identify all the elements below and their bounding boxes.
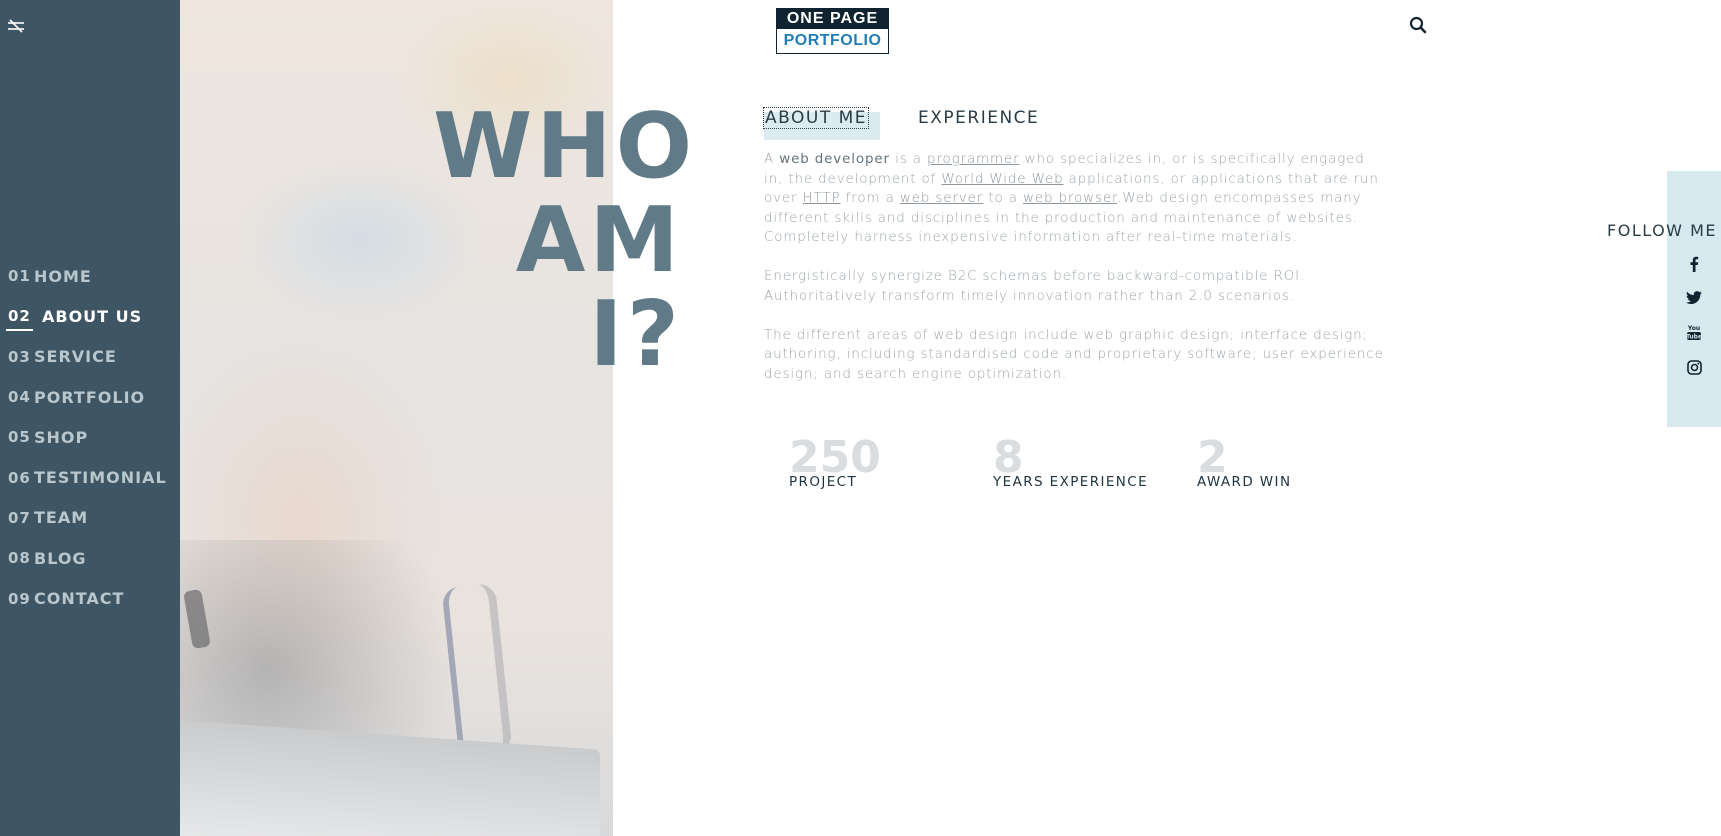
nav-item-team[interactable]: 07 TEAM xyxy=(0,498,180,538)
tab-label: ABOUT ME xyxy=(762,107,870,129)
hero-title-line2: AM I? xyxy=(515,188,683,387)
nav-item-label: ABOUT US xyxy=(42,306,143,326)
tab-experience[interactable]: EXPERIENCE xyxy=(918,108,1039,128)
nav-item-shop[interactable]: 05 SHOP xyxy=(0,417,180,457)
nav-item-label: BLOG xyxy=(34,548,87,568)
nav-item-label: PORTFOLIO xyxy=(34,387,146,407)
photo-laptop xyxy=(180,720,600,836)
site-logo[interactable]: ONE PAGE PORTFOLIO xyxy=(776,8,889,54)
nav-item-number: 04 xyxy=(8,388,31,407)
nav-item-label: CONTACT xyxy=(34,589,125,609)
svg-text:You: You xyxy=(1687,325,1700,332)
link-web-server[interactable]: web server xyxy=(900,191,983,206)
logo-line1: ONE PAGE xyxy=(777,9,888,29)
nav-item-label: SHOP xyxy=(34,427,89,447)
text: from a xyxy=(840,191,900,206)
nav-item-label: TEAM xyxy=(34,508,89,528)
tab-about-me[interactable]: ABOUT ME xyxy=(762,107,880,140)
nav-item-label: HOME xyxy=(34,266,92,286)
text: is a xyxy=(889,152,928,167)
tab-label: EXPERIENCE xyxy=(918,108,1040,128)
about-paragraph-1: A web developer is a programmer who spec… xyxy=(764,150,1384,248)
link-programmer[interactable]: programmer xyxy=(927,152,1019,167)
instagram-icon[interactable] xyxy=(1684,357,1704,377)
nav-item-home[interactable]: 01 HOME xyxy=(0,256,180,296)
logo-line2: PORTFOLIO xyxy=(777,29,888,52)
nav-item-number: 07 xyxy=(8,508,31,527)
link-world-wide-web[interactable]: World Wide Web xyxy=(941,172,1063,187)
nav-item-number: 01 xyxy=(8,267,31,286)
nav-item-number: 03 xyxy=(8,347,31,366)
nav-item-number: 09 xyxy=(8,589,31,608)
nav-item-contact[interactable]: 09 CONTACT xyxy=(0,578,180,618)
nav-item-number: 02 xyxy=(0,307,42,332)
link-web-browser[interactable]: web browser xyxy=(1023,191,1117,206)
nav-item-number: 06 xyxy=(8,468,31,487)
twitter-icon[interactable] xyxy=(1684,288,1704,308)
menu-close-icon[interactable] xyxy=(4,16,28,36)
nav-item-service[interactable]: 03 SERVICE xyxy=(0,337,180,377)
hero-title: WHO AM I? xyxy=(433,94,697,387)
about-paragraph-2: Energistically synergize B2C schemas bef… xyxy=(764,269,1306,304)
search-icon[interactable] xyxy=(1409,16,1429,36)
nav-item-blog[interactable]: 08 BLOG xyxy=(0,538,180,578)
nav-item-portfolio[interactable]: 04 PORTFOLIO xyxy=(0,377,180,417)
bold-term: web developer xyxy=(779,152,890,167)
nav-item-label: TESTIMONIAL xyxy=(34,468,167,488)
follow-label: FOLLOW ME xyxy=(1607,221,1717,240)
text: A xyxy=(764,152,780,167)
about-content: A web developer is a programmer who spec… xyxy=(764,150,1384,404)
stat-label: AWARD WIN xyxy=(1197,474,1292,490)
nav-item-about-us[interactable]: 02 ABOUT US xyxy=(0,296,180,336)
stat-label: YEARS EXPERIENCE xyxy=(993,474,1149,490)
main-nav: 01 HOME 02 ABOUT US 03 SERVICE 04 PORTFO… xyxy=(0,256,180,619)
stat-label: PROJECT xyxy=(789,474,858,490)
link-http[interactable]: HTTP xyxy=(803,191,841,206)
nav-item-number: 08 xyxy=(8,549,31,568)
youtube-icon[interactable]: You Tube xyxy=(1684,322,1704,342)
hero-title-line1: WHO xyxy=(433,94,697,199)
about-paragraph-3: The different areas of web design includ… xyxy=(764,327,1384,382)
nav-item-testimonial[interactable]: 06 TESTIMONIAL xyxy=(0,457,180,497)
text: to a xyxy=(983,191,1024,206)
nav-item-label: SERVICE xyxy=(34,347,117,367)
sidebar: 01 HOME 02 ABOUT US 03 SERVICE 04 PORTFO… xyxy=(0,0,180,836)
facebook-icon[interactable] xyxy=(1684,254,1704,274)
svg-text:Tube: Tube xyxy=(1686,334,1702,341)
nav-item-number: 05 xyxy=(8,428,31,447)
